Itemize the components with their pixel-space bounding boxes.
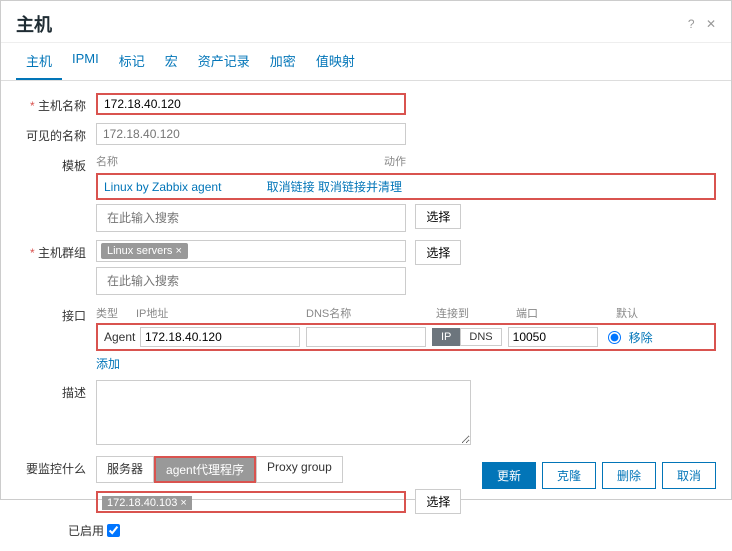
clone-button[interactable]: 克隆 xyxy=(542,462,596,489)
opt-proxy[interactable]: agent代理程序 xyxy=(154,456,256,483)
iface-h-default: 默认 xyxy=(616,305,656,321)
template-unlink-clear[interactable]: 取消链接并清理 xyxy=(318,178,402,195)
tab-valuemaps[interactable]: 值映射 xyxy=(306,43,365,80)
tab-macros[interactable]: 宏 xyxy=(155,43,188,80)
label-interfaces: 接口 xyxy=(16,303,96,324)
connect-ip-btn[interactable]: IP xyxy=(432,328,460,346)
proxy-tag[interactable]: 172.18.40.103 × xyxy=(102,496,192,510)
iface-h-type: 类型 xyxy=(96,305,136,321)
tabs: 主机 IPMI 标记 宏 资产记录 加密 值映射 xyxy=(1,43,731,81)
iface-h-dns: DNS名称 xyxy=(306,305,436,321)
tab-ipmi[interactable]: IPMI xyxy=(62,43,109,80)
iface-header: 类型 IP地址 DNS名称 连接到 端口 默认 xyxy=(96,303,716,323)
dialog-header: 主机 ? ✕ xyxy=(1,1,731,43)
footer: 更新 克隆 删除 取消 xyxy=(467,452,731,499)
help-icon[interactable]: ? xyxy=(688,17,695,31)
iface-ip-input[interactable] xyxy=(140,327,300,347)
template-search[interactable] xyxy=(96,204,406,232)
template-header: 名称 动作 xyxy=(96,153,406,169)
monitored-by-group: 服务器 agent代理程序 Proxy group xyxy=(96,456,343,483)
tab-host[interactable]: 主机 xyxy=(16,43,62,80)
header-actions: ? ✕ xyxy=(680,17,716,31)
iface-h-connect: 连接到 xyxy=(436,305,516,321)
iface-type: Agent xyxy=(100,330,140,344)
add-interface-link[interactable]: 添加 xyxy=(96,355,120,372)
hostgroup-select[interactable]: Linux servers × xyxy=(96,240,406,262)
label-templates: 模板 xyxy=(16,153,96,174)
opt-server[interactable]: 服务器 xyxy=(96,456,154,483)
iface-dns-input[interactable] xyxy=(306,327,426,347)
interface-row: Agent IP DNS 移除 xyxy=(96,323,716,351)
iface-port-input[interactable] xyxy=(508,327,598,347)
tab-tags[interactable]: 标记 xyxy=(109,43,155,80)
label-hostgroups: 主机群组 xyxy=(16,240,96,261)
hostgroup-select-btn[interactable]: 选择 xyxy=(415,240,461,265)
iface-h-ip: IP地址 xyxy=(136,305,306,321)
close-icon[interactable]: ✕ xyxy=(706,17,716,31)
label-visiblename: 可见的名称 xyxy=(16,123,96,144)
host-dialog: 主机 ? ✕ 主机 IPMI 标记 宏 资产记录 加密 值映射 主机名称 可见的… xyxy=(0,0,732,500)
template-box: Linux by Zabbix agent 取消链接 取消链接并清理 xyxy=(96,173,716,200)
hostname-input[interactable] xyxy=(96,93,406,115)
connect-dns-btn[interactable]: DNS xyxy=(460,328,501,346)
iface-default-radio[interactable] xyxy=(608,331,621,344)
template-header-name: 名称 xyxy=(96,153,384,169)
update-button[interactable]: 更新 xyxy=(482,462,536,489)
template-unlink[interactable]: 取消链接 xyxy=(267,178,315,195)
hostgroup-search-input[interactable] xyxy=(101,270,201,292)
iface-remove-link[interactable]: 移除 xyxy=(629,329,653,346)
template-header-action: 动作 xyxy=(384,153,406,169)
label-hostname: 主机名称 xyxy=(16,93,96,114)
template-search-input[interactable] xyxy=(101,207,201,229)
label-monitored-by: 要监控什么 xyxy=(16,456,96,477)
proxy-select-btn[interactable]: 选择 xyxy=(415,489,461,514)
proxy-select[interactable]: 172.18.40.103 × xyxy=(96,491,406,513)
description-textarea[interactable] xyxy=(96,380,471,445)
label-description: 描述 xyxy=(16,380,96,401)
opt-proxy-group[interactable]: Proxy group xyxy=(256,456,343,483)
tab-encryption[interactable]: 加密 xyxy=(260,43,306,80)
hostgroup-search[interactable] xyxy=(96,267,406,295)
iface-h-port: 端口 xyxy=(516,305,616,321)
cancel-button[interactable]: 取消 xyxy=(662,462,716,489)
enabled-checkbox[interactable] xyxy=(107,524,120,537)
hostgroup-tag[interactable]: Linux servers × xyxy=(101,243,188,259)
tab-inventory[interactable]: 资产记录 xyxy=(188,43,260,80)
template-link[interactable]: Linux by Zabbix agent xyxy=(104,180,267,194)
template-select-btn[interactable]: 选择 xyxy=(415,204,461,229)
dialog-title: 主机 xyxy=(16,11,52,37)
delete-button[interactable]: 删除 xyxy=(602,462,656,489)
label-enabled: 已启用 xyxy=(68,522,104,539)
connect-to-toggle: IP DNS xyxy=(432,328,502,346)
visiblename-input[interactable] xyxy=(96,123,406,145)
